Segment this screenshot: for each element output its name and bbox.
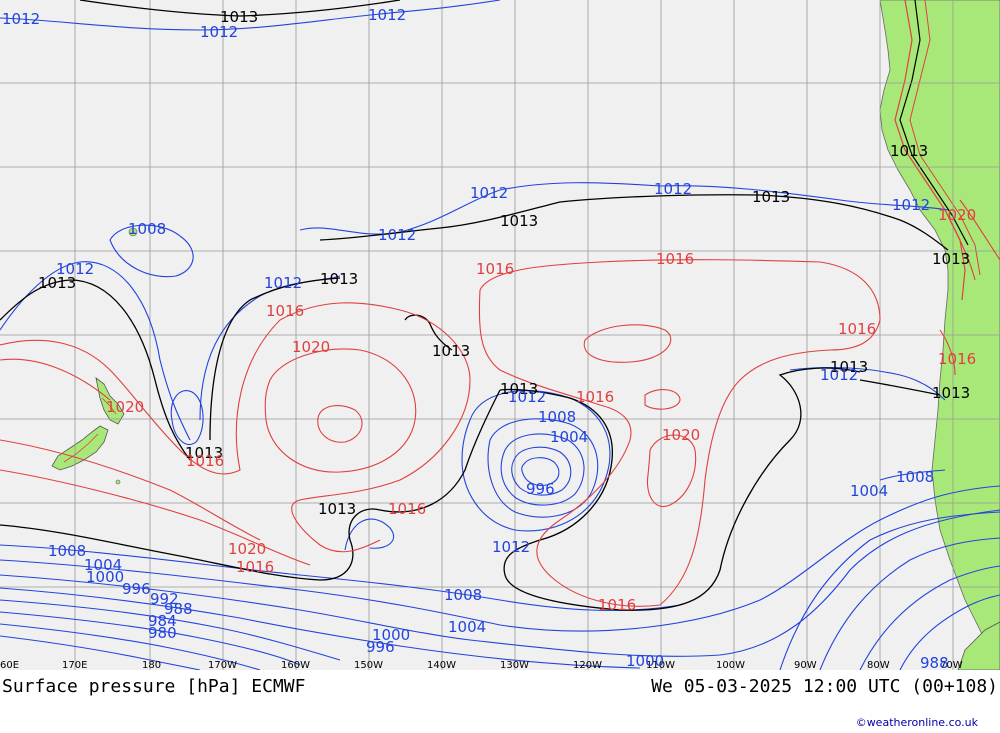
tick-label: 90W [794,660,817,670]
isobar-label: 1013 [318,500,356,518]
isobar-label: 1016 [476,260,514,278]
isobar-label: 1012 [2,10,40,28]
tick-label: 60E [0,660,19,670]
isobar-label: 1000 [86,568,124,586]
isobar-label: 1000 [626,652,664,670]
tick-label: 120W [573,660,602,670]
isobar-label: 1012 [368,6,406,24]
isobar-label: 996 [526,480,555,498]
isobar-label: 1012 [200,23,238,41]
isobar-label: 988 [920,654,949,670]
isobar-label: 1016 [236,558,274,576]
tick-label: 100W [716,660,745,670]
isobar-label: 1012 [820,366,858,384]
isobar-label: 1012 [492,538,530,556]
isobar-label: 1008 [48,542,86,560]
isobar-label: 1016 [938,350,976,368]
isobar-label: 1012 [378,226,416,244]
tick-label: 170W [208,660,237,670]
isobar-label: 1004 [850,482,888,500]
tick-label: 140W [427,660,456,670]
tick-label: 180 [142,660,161,670]
isobar-label: 1013 [932,250,970,268]
isobar-label: 1004 [448,618,486,636]
pressure-map: 60E 170E 180 170W 160W 150W 140W 130W 12… [0,0,1000,670]
isobar-label: 1020 [662,426,700,444]
valid-time: We 05-03-2025 12:00 UTC (00+108) [651,676,998,697]
isobar-label: 1016 [576,388,614,406]
isobar-label: 996 [366,638,395,656]
tick-label: 150W [354,660,383,670]
isobar-label: 1020 [292,338,330,356]
isobar-label: 1012 [892,196,930,214]
island [115,479,121,485]
tick-label: 80W [867,660,890,670]
isobar-label: 1016 [838,320,876,338]
isobar-label: 1004 [550,428,588,446]
isobar-label: 1016 [388,500,426,518]
isobar-label: 1012 [508,388,546,406]
isobar-label: 980 [148,624,177,642]
isobar-label: 1016 [598,596,636,614]
isobar-label: 1016 [656,250,694,268]
tick-label: 130W [500,660,529,670]
isobar-label: 1013 [890,142,928,160]
isobar-label: 1020 [938,206,976,224]
isobar-label: 1008 [896,468,934,486]
isobar-label: 1013 [320,270,358,288]
isobar-label: 1012 [654,180,692,198]
isobar-label: 1012 [264,274,302,292]
isobar-label: 1008 [444,586,482,604]
isobar-label: 996 [122,580,151,598]
tick-label: 160W [281,660,310,670]
isobar-label: 1013 [932,384,970,402]
isobar-label: 1008 [128,220,166,238]
isobar-label: 1020 [106,398,144,416]
isobar-label: 1012 [56,260,94,278]
isobar-label: 1013 [500,212,538,230]
isobar-label: 1016 [266,302,304,320]
isobar-label: 1020 [228,540,266,558]
isobar-label: 1013 [752,188,790,206]
credit-link[interactable]: ©weatheronline.co.uk [856,716,978,729]
isobar-label: 1008 [538,408,576,426]
isobar-label: 1012 [470,184,508,202]
map-title: Surface pressure [hPa] ECMWF [2,676,306,697]
isobar-label: 1016 [186,452,224,470]
isobar-label: 1013 [432,342,470,360]
tick-label: 170E [62,660,87,670]
